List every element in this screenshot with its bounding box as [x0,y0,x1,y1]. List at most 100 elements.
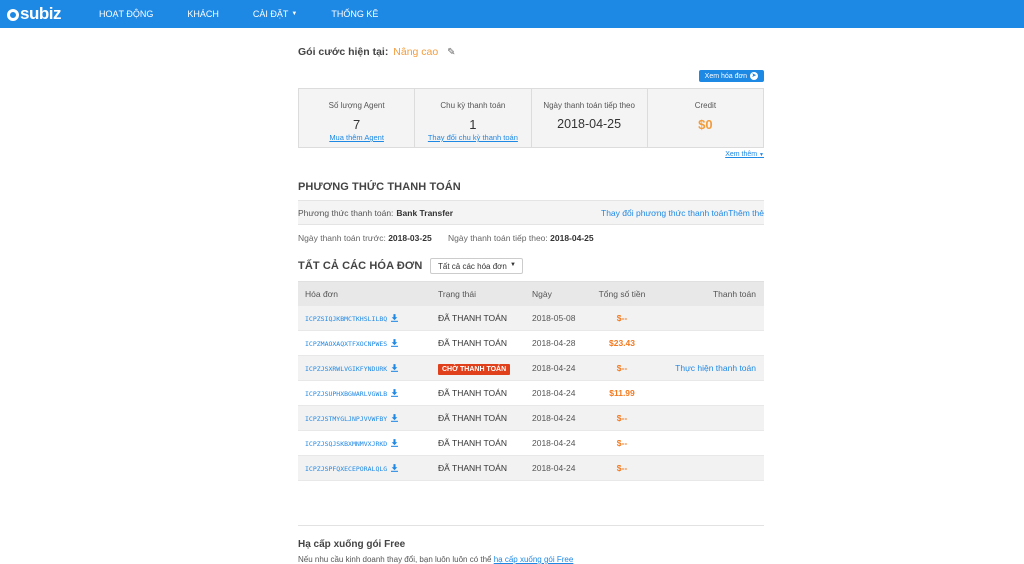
status-badge: CHỜ THANH TOÁN [438,364,511,375]
invoice-filter-value: Tất cả các hóa đơn [438,261,507,271]
logo-mark-icon [7,9,19,21]
invoice-status-cell: ĐÃ THANH TOÁN [426,388,522,398]
edit-icon[interactable]: ✎ [447,47,455,58]
payment-method-actions: Thay đổi phương thức thanh toánThêm thẻ [601,208,764,218]
plan-stats: Số lượng Agent 7 Mua thêm Agent Chu kỳ t… [298,88,764,148]
downgrade-description: Nếu nhu cầu kinh doanh thay đổi, bạn luô… [298,555,492,564]
invoice-row: ICPZJSTMYGLJNPJVVWFBY ĐÃ THANH TOÁN 2018-0… [298,406,764,431]
column-header-invoice: Hóa đơn [305,289,338,299]
downgrade-link[interactable]: hạ cấp xuống gói Free [494,555,574,564]
invoice-amount-cell: $-- [616,363,628,373]
status-badge: ĐÃ THANH TOÁN [438,313,507,323]
invoice-amount-cell: $23.43 [609,338,635,348]
invoice-payment-cell: Thực hiện thanh toán [654,363,764,373]
logo-text: subiz [20,4,61,23]
invoice-code-cell: ICPZJSTMYGLJNPJVVWFBY [298,413,426,423]
invoice-date-cell: 2018-04-24 [532,463,576,473]
invoice-date-cell: 2018-04-24 [532,363,576,373]
invoice-code-link[interactable]: ICPZJSTMYGLJNPJVVWFBY [305,415,387,423]
column-header-date: Ngày [532,289,552,299]
nav-item-activity[interactable]: HOẠT ĐỘNG [82,0,170,28]
invoice-amount-cell: $-- [616,413,628,423]
invoice-code-link[interactable]: ICPZMAOXAQXTFXOCNPWES [305,340,387,348]
stat-value: 1 [469,117,477,132]
add-card-link[interactable]: Thêm thẻ [728,208,764,218]
downgrade-text: Nếu nhu cầu kinh doanh thay đổi, bạn luô… [298,555,573,564]
payment-method-value: Bank Transfer [396,207,454,218]
invoice-code-cell: ICPZJSQJSKBXMNMVXJRKD [298,438,426,448]
caret-down-icon: ▼ [759,152,764,158]
stat-next-payment-date: Ngày thanh toán tiếp theo 2018-04-25 [532,89,648,147]
invoice-amount-cell: $11.99 [609,388,635,398]
chevron-down-icon: ▼ [510,262,516,268]
view-invoice-label: Xem hóa đơn [704,72,747,80]
payment-method-title: PHƯƠNG THỨC THANH TOÁN [298,181,461,193]
pay-now-link[interactable]: Thực hiện thanh toán [675,363,756,373]
invoice-code-link[interactable]: ICPZJSUPHXBGWARLVGWLB [305,390,387,398]
stat-billing-cycle: Chu kỳ thanh toán 1 Thay đổi chu kỳ than… [415,89,532,147]
downgrade-title: Hạ cấp xuống gói Free [298,539,406,550]
next-payment-date: 2018-04-25 [550,233,594,243]
plan-label: Gói cước hiện tại: [298,46,389,58]
status-badge: ĐÃ THANH TOÁN [438,388,507,398]
invoice-code-link[interactable]: ICPZJSQJSKBXMNMVXJRKD [305,440,387,448]
invoice-code-cell: ICPZSIQJKBMCTKHSLILBQ [298,313,426,323]
status-badge: ĐÃ THANH TOÁN [438,413,507,423]
invoice-code-link[interactable]: ICPZJSPFQXECEPORALQLG [305,465,387,473]
invoice-row: ICPZJSUPHXBGWARLVGWLB ĐÃ THANH TOÁN 2018-0… [298,381,764,406]
stat-label: Số lượng Agent [328,101,385,110]
invoice-amount-cell: $-- [616,463,628,473]
nav-item-statistics[interactable]: THỐNG KÊ [314,0,395,28]
invoice-date-cell: 2018-04-24 [532,388,576,398]
invoice-filter-select[interactable]: Tất cả các hóa đơn ▼ [430,258,523,274]
show-more-link[interactable]: Xem thêm ▼ [725,151,764,158]
invoice-date-cell: 2018-04-28 [532,338,576,348]
nav-item-settings[interactable]: CÀI ĐẶT ▼ [236,0,314,28]
payment-method-row: Phương thức thanh toán: Bank Transfer Th… [298,200,764,225]
download-icon[interactable] [391,339,399,347]
show-more-label: Xem thêm [725,151,758,158]
stat-label: Ngày thanh toán tiếp theo [543,101,635,110]
payment-dates: Ngày thanh toán trước: 2018-03-25 Ngày t… [298,233,594,243]
invoice-table-header: Hóa đơn Trạng thái Ngày Tổng số tiền Tha… [298,281,764,306]
invoice-code-link[interactable]: ICPZJSXRWLVGIKFYNDURK [305,365,387,373]
plan-name: Nâng cao [393,46,439,58]
stat-label: Chu kỳ thanh toán [440,101,506,110]
download-icon[interactable] [391,364,399,372]
download-icon[interactable] [391,414,399,422]
invoices-title: TẤT CẢ CÁC HÓA ĐƠN [298,260,423,272]
stat-agent-count: Số lượng Agent 7 Mua thêm Agent [299,89,416,147]
invoice-code-cell: ICPZJSXRWLVGIKFYNDURK [298,363,426,373]
view-invoice-button[interactable]: Xem hóa đơn ➤ [698,70,764,82]
nav-item-customers[interactable]: KHÁCH [170,0,236,28]
nav-item-label: CÀI ĐẶT [252,9,289,19]
invoice-status-cell: ĐÃ THANH TOÁN [426,413,522,423]
download-icon[interactable] [391,389,399,397]
download-icon[interactable] [391,464,399,472]
invoice-date-cell: 2018-04-24 [532,438,576,448]
arrow-right-icon: ➤ [750,72,758,80]
invoice-status-cell: ĐÃ THANH TOÁN [426,338,522,348]
buy-more-agent-link[interactable]: Mua thêm Agent [299,133,414,142]
status-badge: ĐÃ THANH TOÁN [438,338,507,348]
next-payment-label: Ngày thanh toán tiếp theo: [448,233,548,243]
invoice-status-cell: CHỜ THANH TOÁN [426,363,522,375]
column-header-payment: Thanh toán [712,289,756,299]
invoice-code-link[interactable]: ICPZSIQJKBMCTKHSLILBQ [305,315,387,323]
invoice-status-cell: ĐÃ THANH TOÁN [426,313,522,323]
download-icon[interactable] [391,439,399,447]
status-badge: ĐÃ THANH TOÁN [438,438,507,448]
download-icon[interactable] [391,314,399,322]
subiz-logo[interactable]: subiz [0,0,82,28]
invoice-status-cell: ĐÃ THANH TOÁN [426,438,522,448]
invoice-date-cell: 2018-05-08 [532,313,576,323]
invoice-row: ICPZSIQJKBMCTKHSLILBQ ĐÃ THANH TOÁN 2018-0… [298,306,764,331]
change-payment-method-link[interactable]: Thay đổi phương thức thanh toán [601,208,728,218]
invoice-table-body: ICPZSIQJKBMCTKHSLILBQ ĐÃ THANH TOÁN 2018-0… [298,306,764,481]
column-header-amount: Tổng số tiền [598,289,646,299]
change-billing-cycle-link[interactable]: Thay đổi chu kỳ thanh toán [415,133,530,142]
stat-label: Credit [694,101,717,110]
invoice-table: Hóa đơn Trạng thái Ngày Tổng số tiền Tha… [298,281,764,481]
invoice-code-cell: ICPZJSUPHXBGWARLVGWLB [298,388,426,398]
invoice-code-cell: ICPZMAOXAQXTFXOCNPWES [298,338,426,348]
